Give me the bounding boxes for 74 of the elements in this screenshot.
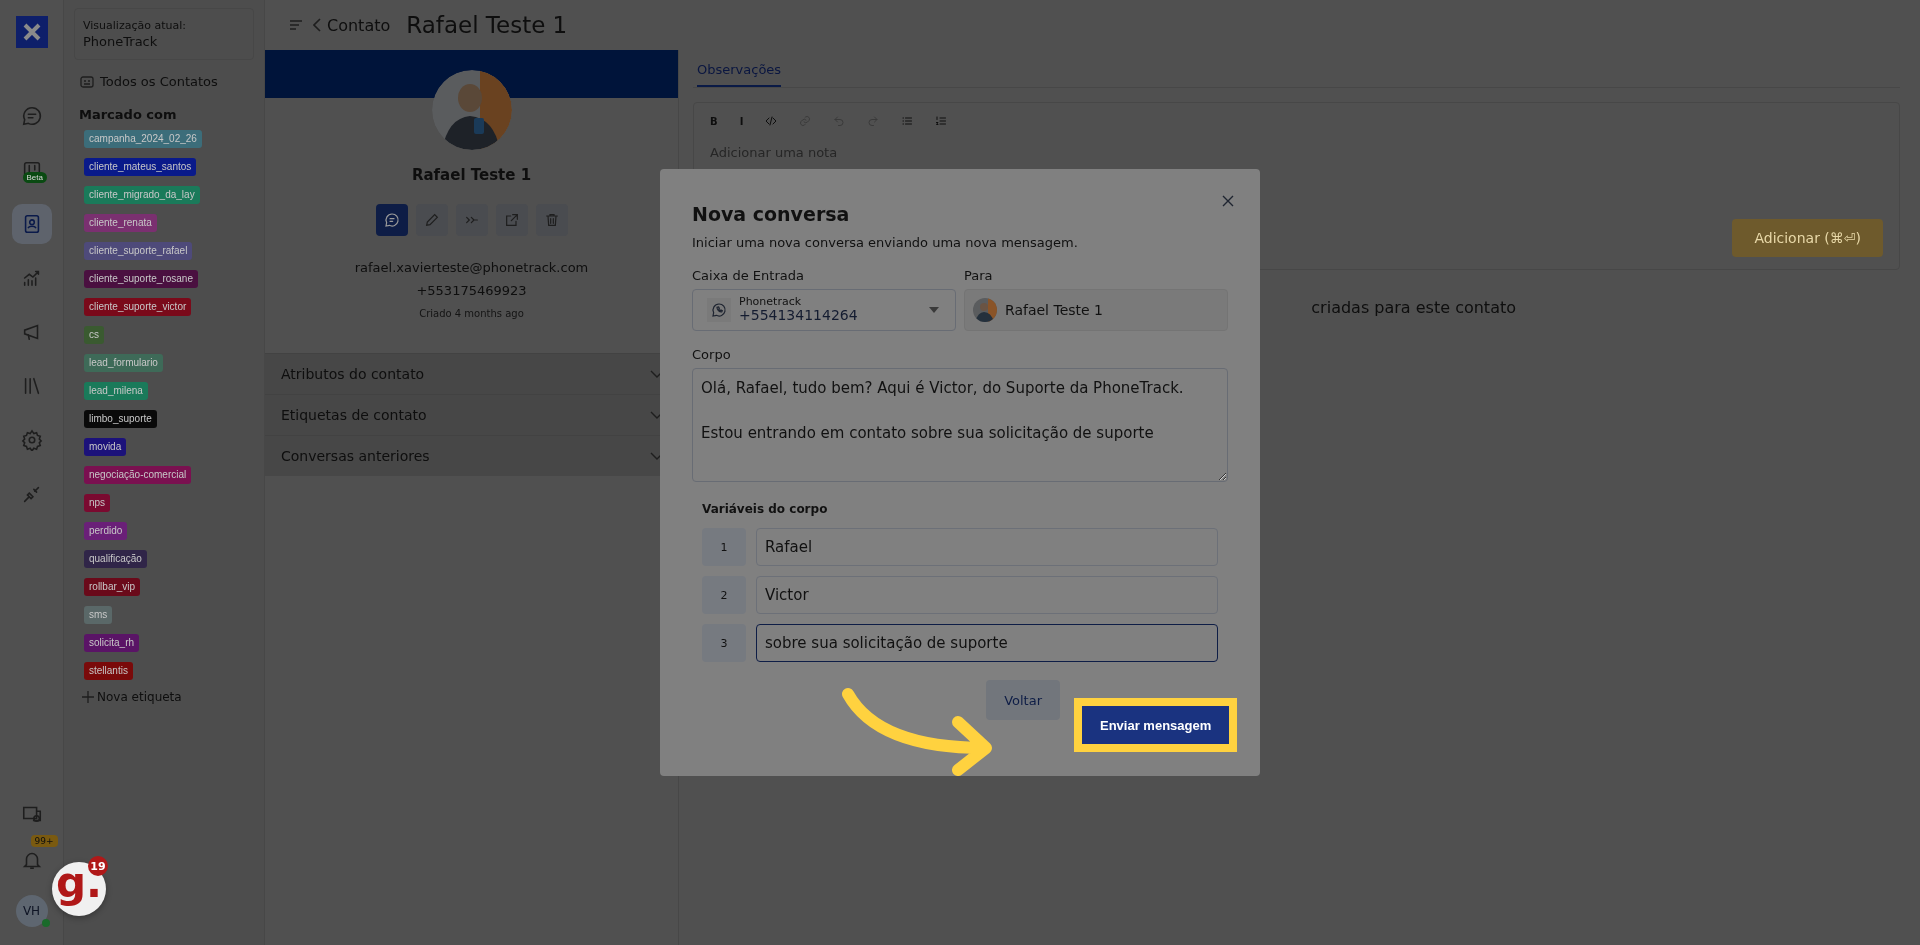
send-message-button[interactable]: Enviar mensagem — [1082, 706, 1230, 744]
tag[interactable]: campanha_2024_02_26 — [84, 130, 202, 148]
empty-notes-message: criadas para este contato — [1311, 298, 1516, 317]
tag[interactable]: solicita_rh — [84, 634, 140, 652]
tag[interactable]: cliente_suporte_rosane — [84, 270, 198, 288]
tag[interactable]: qualificação — [84, 550, 147, 568]
tag[interactable]: lead_formulario — [84, 354, 163, 372]
tags-heading: Marcado com — [79, 107, 178, 122]
trash-icon — [543, 212, 560, 228]
numbers-button[interactable] — [935, 115, 948, 127]
settings-icon — [20, 429, 43, 451]
field-label: Para — [964, 268, 994, 283]
variable-field[interactable]: Victor — [756, 576, 1218, 614]
back-button[interactable]: Voltar — [986, 680, 1060, 720]
back-link[interactable]: Contato — [327, 15, 391, 35]
merge-button[interactable] — [455, 204, 488, 236]
variable-number: 1 — [702, 528, 746, 566]
whatsapp-icon — [707, 298, 731, 322]
delete-button[interactable] — [535, 204, 568, 236]
add-note-button[interactable]: Adicionar (⌘⏎) — [1732, 219, 1883, 257]
tag[interactable]: cliente_mateus_santos — [84, 158, 197, 176]
dialog-title: Nova conversa — [692, 203, 851, 225]
tag[interactable]: cliente_suporte_victor — [84, 298, 192, 316]
variable-number: 3 — [702, 624, 746, 662]
plus-icon[interactable] — [82, 691, 94, 703]
dialog-subtitle: Iniciar uma nova conversa enviando uma nova mensagem. — [692, 235, 1079, 250]
variable-number: 2 — [702, 576, 746, 614]
contact-name: Rafael Teste 1 — [411, 166, 532, 184]
tag[interactable]: cliente_migrado_da_lay — [84, 186, 200, 204]
recipient-field: Rafael Teste 1 — [964, 289, 1228, 331]
variable-field[interactable]: Rafael — [756, 528, 1218, 566]
field-label: Caixa de Entrada — [692, 268, 805, 283]
tag[interactable]: stellantis — [84, 662, 133, 680]
open-button[interactable] — [495, 204, 528, 236]
edit-button[interactable] — [415, 204, 448, 236]
tag[interactable]: lead_milena — [84, 382, 148, 400]
contact-email[interactable]: rafael.xavierteste@phonetrack.com — [354, 260, 589, 275]
nav-item[interactable] — [11, 204, 52, 244]
notification-count: 99+ — [30, 835, 58, 847]
chevron-left-icon[interactable] — [313, 18, 321, 32]
view-label: Visualização atual: — [83, 19, 187, 32]
tag[interactable]: cliente_suporte_rafael — [84, 242, 193, 260]
tag[interactable]: rollbar_vip — [84, 578, 141, 596]
contact-card-icon — [80, 75, 94, 88]
message-button[interactable] — [375, 204, 408, 236]
variables-label: Variáveis do corpo — [702, 502, 829, 516]
pencil-icon — [423, 212, 440, 228]
tag[interactable]: cs — [84, 326, 104, 344]
nav-item[interactable]: Beta — [11, 150, 52, 190]
variable-field[interactable]: sobre sua solicitação de suporte — [756, 624, 1218, 662]
app-logo[interactable] — [15, 16, 48, 48]
tag[interactable]: negociação-comercial — [84, 466, 192, 484]
beta-badge: Beta — [22, 172, 47, 183]
bullets-button[interactable] — [901, 115, 914, 127]
external-link-icon — [503, 212, 520, 228]
chat-bubble-icon — [383, 212, 400, 228]
tag[interactable]: nps — [84, 494, 111, 512]
close-icon[interactable] — [1222, 195, 1234, 207]
view-name: PhoneTrack — [83, 34, 159, 49]
contact-phone[interactable]: +553175469923 — [416, 283, 527, 298]
inbox-select[interactable]: Phonetrack +554134114264 — [692, 289, 956, 331]
caret-icon — [929, 307, 939, 313]
chat-icon — [20, 105, 43, 127]
user-avatar[interactable]: VH — [15, 895, 48, 927]
tag[interactable]: perdido — [84, 522, 128, 540]
page-title: Rafael Teste 1 — [406, 12, 568, 38]
field-label: Corpo — [692, 347, 732, 362]
tag[interactable]: sms — [84, 606, 113, 624]
tag[interactable]: limbo_suporte — [84, 410, 157, 428]
code-button[interactable] — [765, 115, 778, 127]
tag[interactable]: cliente_renata — [84, 214, 157, 232]
tag[interactable]: movida — [84, 438, 127, 456]
menu-icon[interactable] — [289, 19, 303, 31]
message-body-field[interactable]: Olá, Rafael, tudo bem? Aqui é Victor, do Suporte da PhoneTrack. Estou entrando em contato sobre sua solicitação de suporte — [692, 368, 1228, 482]
